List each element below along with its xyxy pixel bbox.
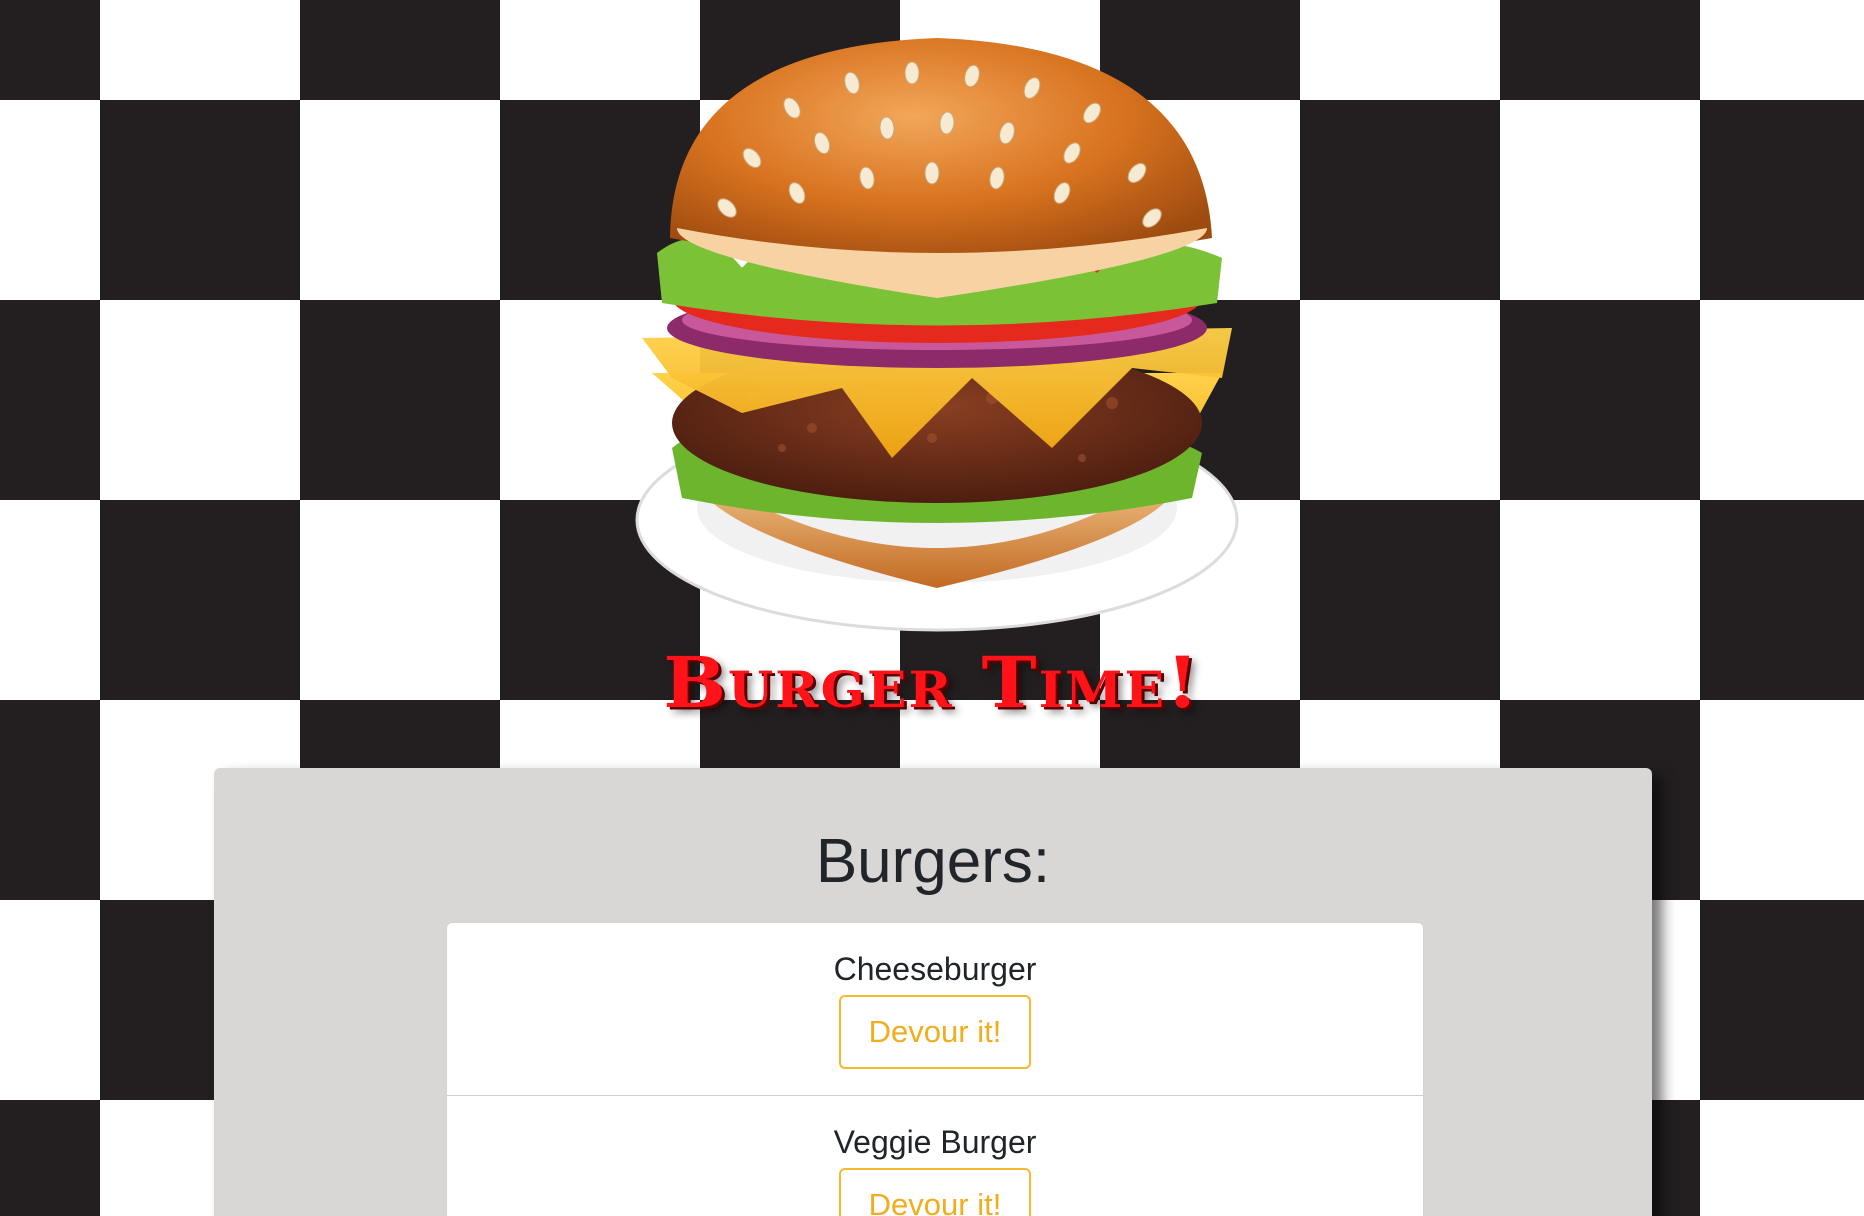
- site-title: Burger Time!: [663, 642, 1201, 724]
- panel-heading: Burgers:: [815, 827, 1051, 896]
- burgers-panel: Burgers: Cheeseburger Devour it! Veggie …: [214, 768, 1652, 1216]
- burger-hero-image: [632, 28, 1252, 648]
- devour-button[interactable]: Devour it!: [839, 995, 1031, 1069]
- burger-name: Veggie Burger: [833, 1124, 1037, 1160]
- list-item: Veggie Burger Devour it!: [447, 1096, 1423, 1216]
- burger-on-plate-icon: [635, 38, 1239, 632]
- burger-name: Cheeseburger: [833, 951, 1037, 987]
- devour-button[interactable]: Devour it!: [839, 1168, 1031, 1216]
- burger-list: Cheeseburger Devour it! Veggie Burger De…: [446, 922, 1424, 1216]
- list-item: Cheeseburger Devour it!: [447, 923, 1423, 1096]
